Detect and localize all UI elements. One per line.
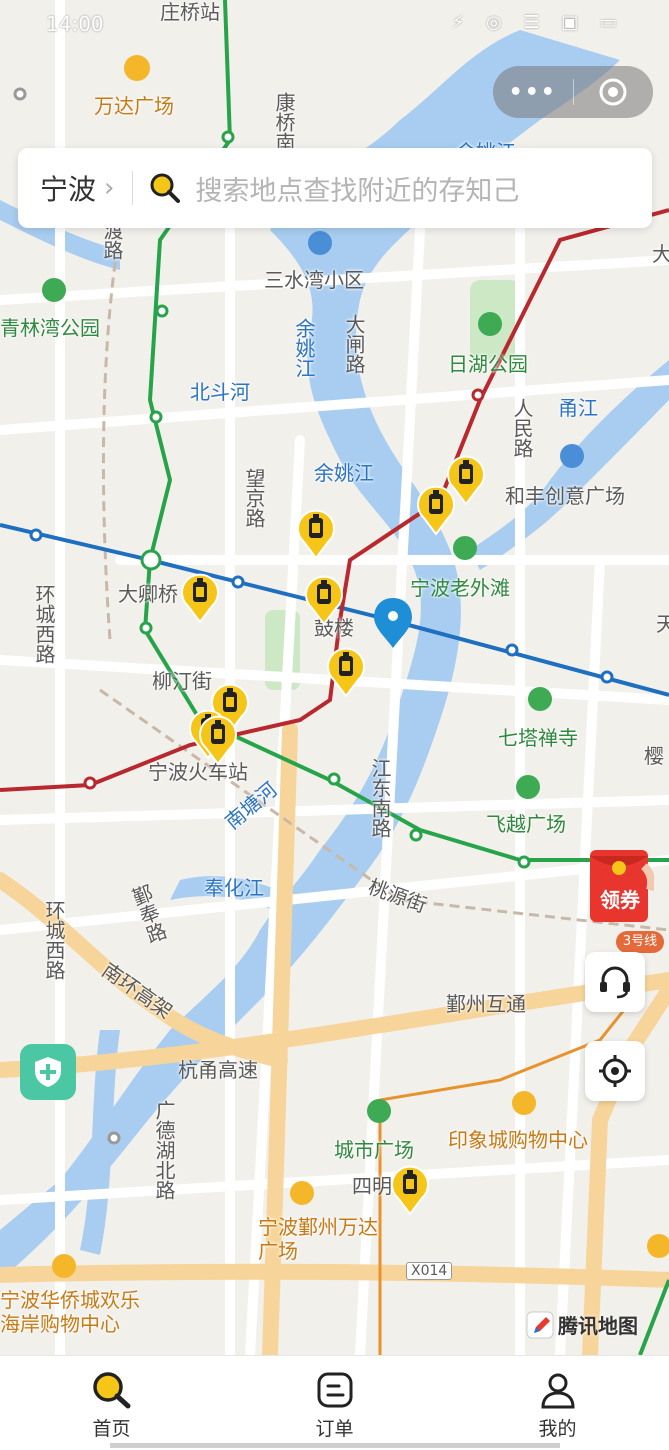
status-time: 14:00 [46, 12, 104, 36]
target-icon [599, 78, 627, 106]
label-edge-ying: 樱 [644, 744, 664, 768]
tab-orders[interactable]: 订单 [223, 1356, 446, 1450]
label-sanshuiwan: 三水湾小区 [264, 268, 364, 292]
label-old-bund: 宁波老外滩 [410, 576, 510, 600]
label-edge-tian: 天 [656, 612, 669, 636]
label-yinzhou-wanda: 宁波鄞州万达广场 [258, 1215, 378, 1263]
label-wangjing-road: 望京路 [242, 468, 266, 528]
search-icon [92, 1372, 130, 1409]
tab-profile-label: 我的 [538, 1418, 577, 1440]
map-brand-text: 腾讯地图 [558, 1314, 638, 1338]
label-hefeng-plaza: 和丰创意广场 [505, 484, 625, 508]
storage-pin[interactable] [198, 712, 238, 766]
label-yongjiang: 甬江 [558, 396, 598, 420]
label-huancheng-west-south: 环城西路 [42, 900, 66, 980]
order-icon [317, 1372, 352, 1408]
shield-plus-icon [35, 1057, 61, 1087]
customer-service-button[interactable] [585, 952, 645, 1012]
storage-pin[interactable] [296, 506, 336, 560]
label-jiangdong-south: 江东南路 [368, 758, 392, 838]
search-divider [132, 171, 134, 205]
search-icon [150, 173, 181, 203]
map-brand: 腾讯地图 [526, 1310, 638, 1339]
label-dazha-road: 大闸路 [342, 314, 366, 374]
status-icons: ⚡ ◎ ☰ ▣ ▭ [451, 12, 625, 33]
miniprogram-capsule: ••• [493, 66, 653, 118]
tab-orders-label: 订单 [315, 1418, 354, 1440]
storage-pin[interactable] [304, 572, 344, 626]
storage-pin[interactable] [180, 570, 220, 624]
label-qinglinwan-park: 青林湾公园 [0, 316, 100, 340]
status-bar: 14:00 ⚡ ◎ ☰ ▣ ▭ [0, 0, 669, 48]
label-hangyong-highway: 杭甬高速 [178, 1058, 258, 1082]
label-feiyue-plaza: 飞越广场 [486, 812, 566, 836]
storage-pin[interactable] [326, 644, 366, 698]
label-guangde-lake: 广德湖北路 [152, 1100, 176, 1200]
search-bar: 宁波 › 搜索地点查找附近的存知己 [18, 148, 652, 228]
city-selector[interactable]: 宁波 [40, 168, 96, 208]
label-yuyao-river-low: 余姚江 [314, 461, 374, 485]
tencent-map-logo [526, 1311, 554, 1338]
label-fenghua-river: 奉化江 [204, 876, 264, 900]
label-yinzhou-interchange: 鄞州互通 [446, 992, 526, 1016]
label-edge-da: 大 [652, 242, 669, 266]
more-button[interactable]: ••• [493, 80, 573, 105]
search-input[interactable]: 搜索地点查找附近的存知己 [195, 169, 519, 208]
safety-shield-button[interactable] [20, 1044, 76, 1100]
label-city-plaza: 城市广场 [334, 1138, 414, 1162]
storage-pin[interactable] [416, 482, 456, 536]
metro-line-3-badge: 3号线 [616, 931, 664, 953]
close-miniprogram-button[interactable] [574, 77, 654, 107]
label-wanda-plaza: 万达广场 [94, 94, 174, 118]
tab-home[interactable]: 首页 [0, 1356, 223, 1450]
home-indicator [110, 1443, 560, 1448]
label-beidou-river: 北斗河 [190, 380, 250, 404]
label-liuting-street: 柳汀街 [152, 669, 212, 693]
label-overseas-town: 宁波华侨城欢乐海岸购物中心 [0, 1288, 140, 1336]
profile-icon [540, 1373, 575, 1409]
label-renmin-road: 人民路 [510, 398, 534, 458]
storage-pin[interactable] [390, 1162, 430, 1216]
headset-icon [600, 966, 630, 999]
coupon-button[interactable]: 领券 [588, 846, 656, 932]
tab-profile[interactable]: 我的 [446, 1356, 669, 1450]
crosshair-icon [599, 1055, 631, 1087]
label-qita-temple: 七塔禅寺 [498, 726, 578, 750]
label-yuyao-river-mid: 余姚江 [292, 318, 316, 378]
label-daqing-bridge: 大卿桥 [118, 582, 178, 606]
label-impression-mall: 印象城购物中心 [448, 1128, 588, 1152]
label-huancheng-west-north: 环城西路 [32, 584, 56, 664]
locate-me-button[interactable] [585, 1041, 645, 1101]
label-rihu-park: 日湖公园 [448, 352, 528, 376]
bottom-tab-bar: 首页 订单 我的 [0, 1355, 669, 1450]
chevron-right-icon[interactable]: › [104, 173, 114, 203]
tab-home-label: 首页 [92, 1418, 131, 1440]
coupon-label: 领券 [600, 888, 640, 912]
label-x014: X014 [406, 1262, 453, 1280]
